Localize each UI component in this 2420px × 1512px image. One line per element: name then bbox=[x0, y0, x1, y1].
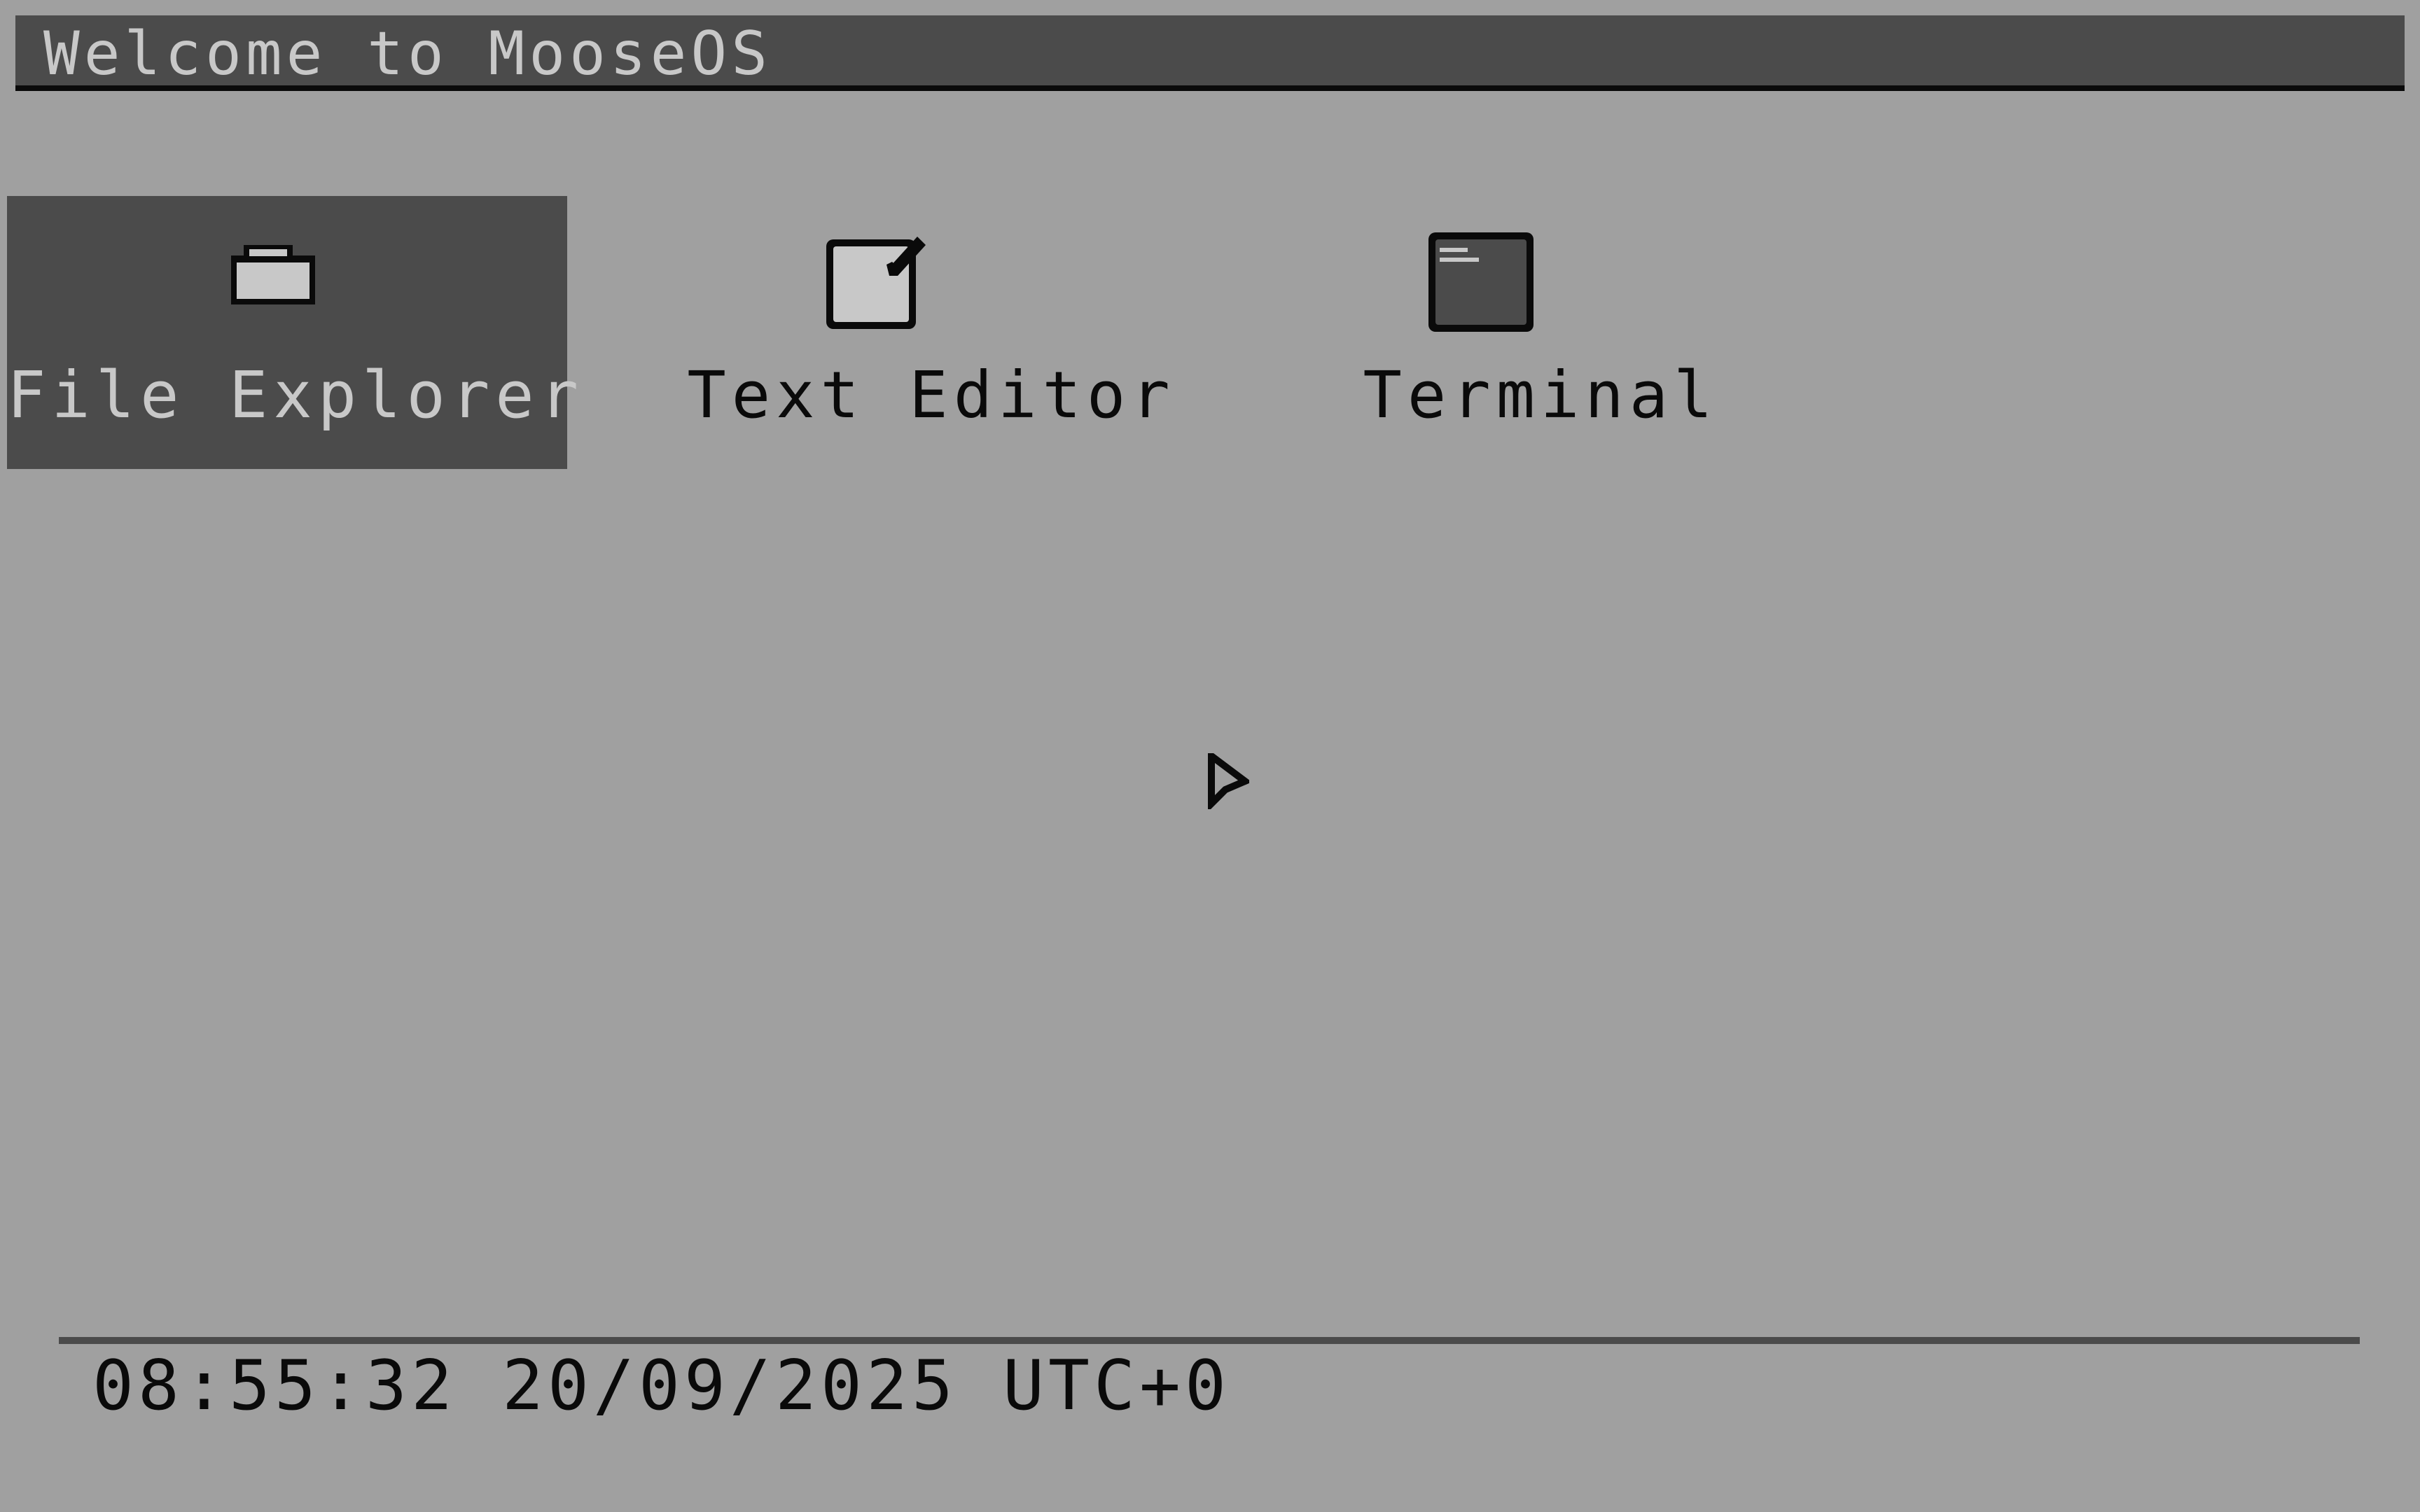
clock-display: 08:55:32 20/09/2025 UTC+0 bbox=[92, 1346, 1231, 1426]
title-bar: Welcome to MooseOS bbox=[15, 15, 2405, 91]
folder-icon bbox=[231, 245, 315, 304]
title-text: Welcome to MooseOS bbox=[43, 19, 772, 89]
mouse-pointer-icon bbox=[1208, 753, 1249, 809]
desktop-icon-label: File Explorer bbox=[7, 358, 585, 433]
text-editor-icon bbox=[826, 237, 926, 329]
terminal-icon bbox=[1428, 232, 1534, 332]
taskbar-divider bbox=[59, 1337, 2360, 1344]
desktop-icon-file-explorer[interactable]: File Explorer bbox=[7, 196, 585, 469]
desktop-icon-label: Text Editor bbox=[687, 358, 1176, 433]
desktop-icon-terminal[interactable]: Terminal bbox=[1274, 196, 1807, 469]
desktop-icon-label: Terminal bbox=[1363, 358, 1718, 433]
desktop-icon-text-editor[interactable]: Text Editor bbox=[630, 196, 1232, 469]
